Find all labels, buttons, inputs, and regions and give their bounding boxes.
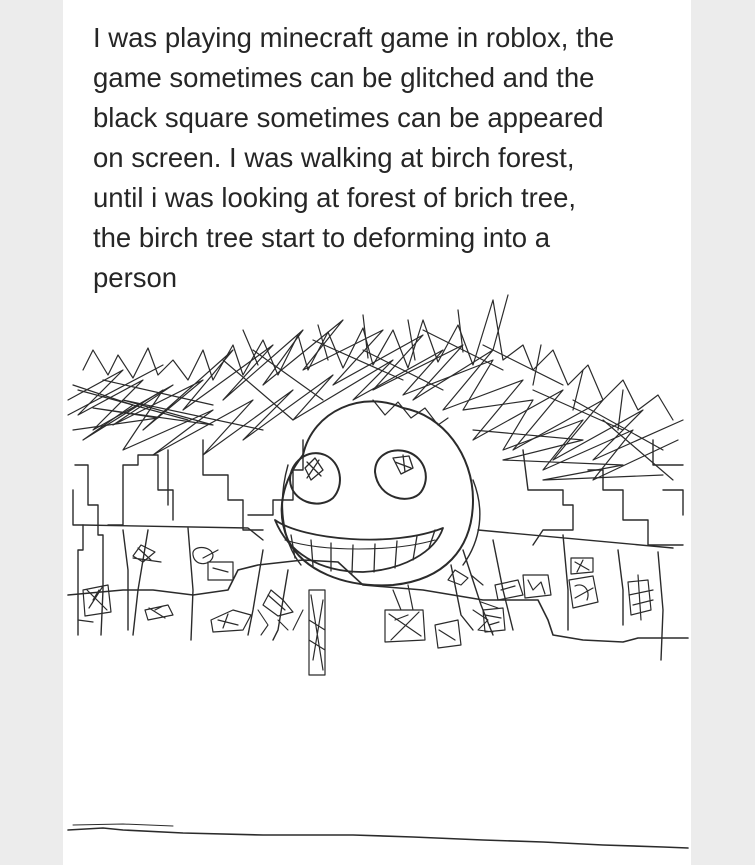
- creature-left-eye: [289, 452, 341, 505]
- creature-right-eye: [374, 449, 427, 500]
- foot-scribbles: [257, 601, 499, 636]
- sketch-drawing: [67, 294, 689, 849]
- creature-head: [274, 399, 481, 587]
- post-card: I was playing minecraft game in roblox, …: [63, 0, 691, 865]
- story-line-7: person: [93, 262, 178, 293]
- story-text: I was playing minecraft game in roblox, …: [93, 18, 673, 298]
- birch-trunks: [72, 439, 684, 661]
- story-line-5: until i was looking at forest of brich t…: [93, 182, 577, 213]
- story-line-4: on screen. I was walking at birch forest…: [93, 142, 575, 173]
- story-line-1: I was playing minecraft game in roblox, …: [93, 22, 615, 53]
- glitch-squares: [77, 544, 654, 676]
- story-line-2: game sometimes can be glitched and the: [93, 62, 595, 93]
- story-line-3: black square sometimes can be appeared: [93, 102, 604, 133]
- story-line-6: the birch tree start to deforming into a: [93, 222, 551, 253]
- tree-canopy-scribble: [67, 294, 684, 481]
